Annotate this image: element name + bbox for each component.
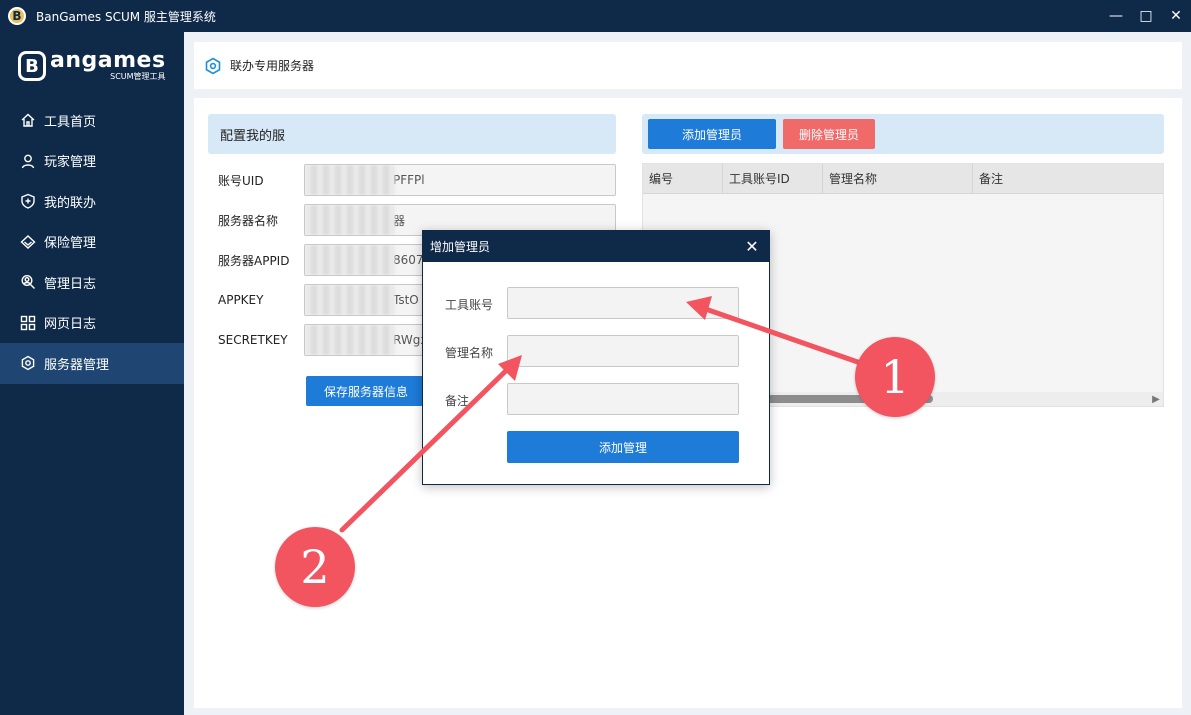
sidebar-item-home[interactable]: 工具首页 xyxy=(0,100,184,141)
form-row-appid: 服务器APPID 8607 xyxy=(218,244,616,276)
tool-account-label: 工具账号 xyxy=(445,298,494,312)
grid-icon xyxy=(20,315,36,331)
column-header[interactable]: 编号 xyxy=(643,163,723,194)
sidebar-item-label: 服务器管理 xyxy=(44,357,110,373)
server-hex-icon xyxy=(205,57,221,74)
server-name-label: 服务器名称 xyxy=(218,213,279,228)
sidebar-item-web-log[interactable]: 网页日志 xyxy=(0,303,184,344)
table-header: 编号 工具账号ID 管理名称 备注 xyxy=(643,163,1163,194)
sidebar: B angames SCUM管理工具 工具首页 玩家管理 我的联办 保险管理 管… xyxy=(0,32,184,715)
redacted-area xyxy=(305,205,395,235)
app-title: BanGames SCUM 服主管理系统 xyxy=(36,9,216,24)
admin-name-label: 管理名称 xyxy=(445,346,494,360)
form-row-uid: 账号UID PFFPl xyxy=(218,164,616,196)
appkey-label: APPKEY xyxy=(218,293,264,307)
uid-label: 账号UID xyxy=(218,173,264,188)
shield-plus-icon xyxy=(20,193,36,209)
form-row-secretkey: SECRETKEY RWgx xyxy=(218,324,616,356)
target-icon xyxy=(20,355,36,371)
annotation-badge-2: 2 xyxy=(275,527,355,607)
brand-subtitle: SCUM管理工具 xyxy=(110,72,166,81)
dialog-close-icon[interactable]: ✕ xyxy=(743,237,761,256)
sidebar-item-insurance[interactable]: 保险管理 xyxy=(0,222,184,263)
add-admin-dialog: 增加管理员 ✕ 工具账号 管理名称 备注 添加管理 xyxy=(422,230,770,485)
sidebar-item-admin-log[interactable]: 管理日志 xyxy=(0,262,184,303)
app-logo-icon: B xyxy=(8,7,26,25)
sidebar-item-label: 保险管理 xyxy=(44,236,97,252)
tool-account-input[interactable] xyxy=(507,287,739,319)
brand-mark-icon: B xyxy=(18,51,46,81)
secretkey-label: SECRETKEY xyxy=(218,333,288,347)
minimize-button[interactable]: — xyxy=(1101,0,1131,32)
title-bar: B BanGames SCUM 服主管理系统 — □ ✕ xyxy=(0,0,1191,32)
redacted-area xyxy=(305,325,395,355)
add-admin-submit-button[interactable]: 添加管理 xyxy=(507,431,739,463)
redacted-area xyxy=(305,285,395,315)
diamond-icon xyxy=(20,234,36,250)
sidebar-item-label: 网页日志 xyxy=(44,317,97,333)
dialog-title: 增加管理员 xyxy=(430,240,491,254)
redacted-area xyxy=(305,245,395,275)
appid-label: 服务器APPID xyxy=(218,253,290,268)
redacted-area xyxy=(305,165,395,195)
sidebar-item-players[interactable]: 玩家管理 xyxy=(0,141,184,182)
home-icon xyxy=(20,112,36,128)
person-search-icon xyxy=(20,274,36,290)
brand-name: angames xyxy=(50,48,166,73)
maximize-button[interactable]: □ xyxy=(1131,0,1161,32)
sidebar-item-label: 玩家管理 xyxy=(44,155,97,171)
dialog-header: 增加管理员 ✕ xyxy=(423,231,769,262)
remark-input[interactable] xyxy=(507,383,739,415)
page-header: 联办专用服务器 xyxy=(194,42,1182,89)
close-window-button[interactable]: ✕ xyxy=(1161,0,1191,32)
annotation-badge-1: 1 xyxy=(855,337,935,417)
page-title: 联办专用服务器 xyxy=(230,59,315,73)
column-header[interactable]: 工具账号ID xyxy=(723,163,823,194)
admin-name-input[interactable] xyxy=(507,335,739,367)
admin-toolbar: 添加管理员 删除管理员 xyxy=(642,114,1164,154)
remark-label: 备注 xyxy=(445,394,470,408)
scroll-right-arrow-icon[interactable]: ▶ xyxy=(1151,393,1161,405)
delete-admin-button[interactable]: 删除管理员 xyxy=(783,119,875,149)
uid-input[interactable]: PFFPl xyxy=(304,164,616,196)
sidebar-item-label: 我的联办 xyxy=(44,195,97,211)
sidebar-item-label: 工具首页 xyxy=(44,114,97,130)
sidebar-item-joint[interactable]: 我的联办 xyxy=(0,181,184,222)
user-icon xyxy=(20,153,36,169)
form-row-appkey: APPKEY TstO xyxy=(218,284,616,316)
column-header[interactable]: 备注 xyxy=(973,164,1163,194)
brand-logo: B angames SCUM管理工具 xyxy=(0,32,184,100)
column-header[interactable]: 管理名称 xyxy=(823,163,973,194)
sidebar-item-label: 管理日志 xyxy=(44,276,97,292)
save-server-info-button[interactable]: 保存服务器信息 xyxy=(306,376,426,406)
config-section-title: 配置我的服 xyxy=(208,114,616,154)
window-controls: — □ ✕ xyxy=(1101,0,1191,32)
add-admin-button[interactable]: 添加管理员 xyxy=(648,119,776,149)
sidebar-item-server-management[interactable]: 服务器管理 xyxy=(0,343,184,384)
form-row-server-name: 服务器名称 器 xyxy=(218,204,616,236)
